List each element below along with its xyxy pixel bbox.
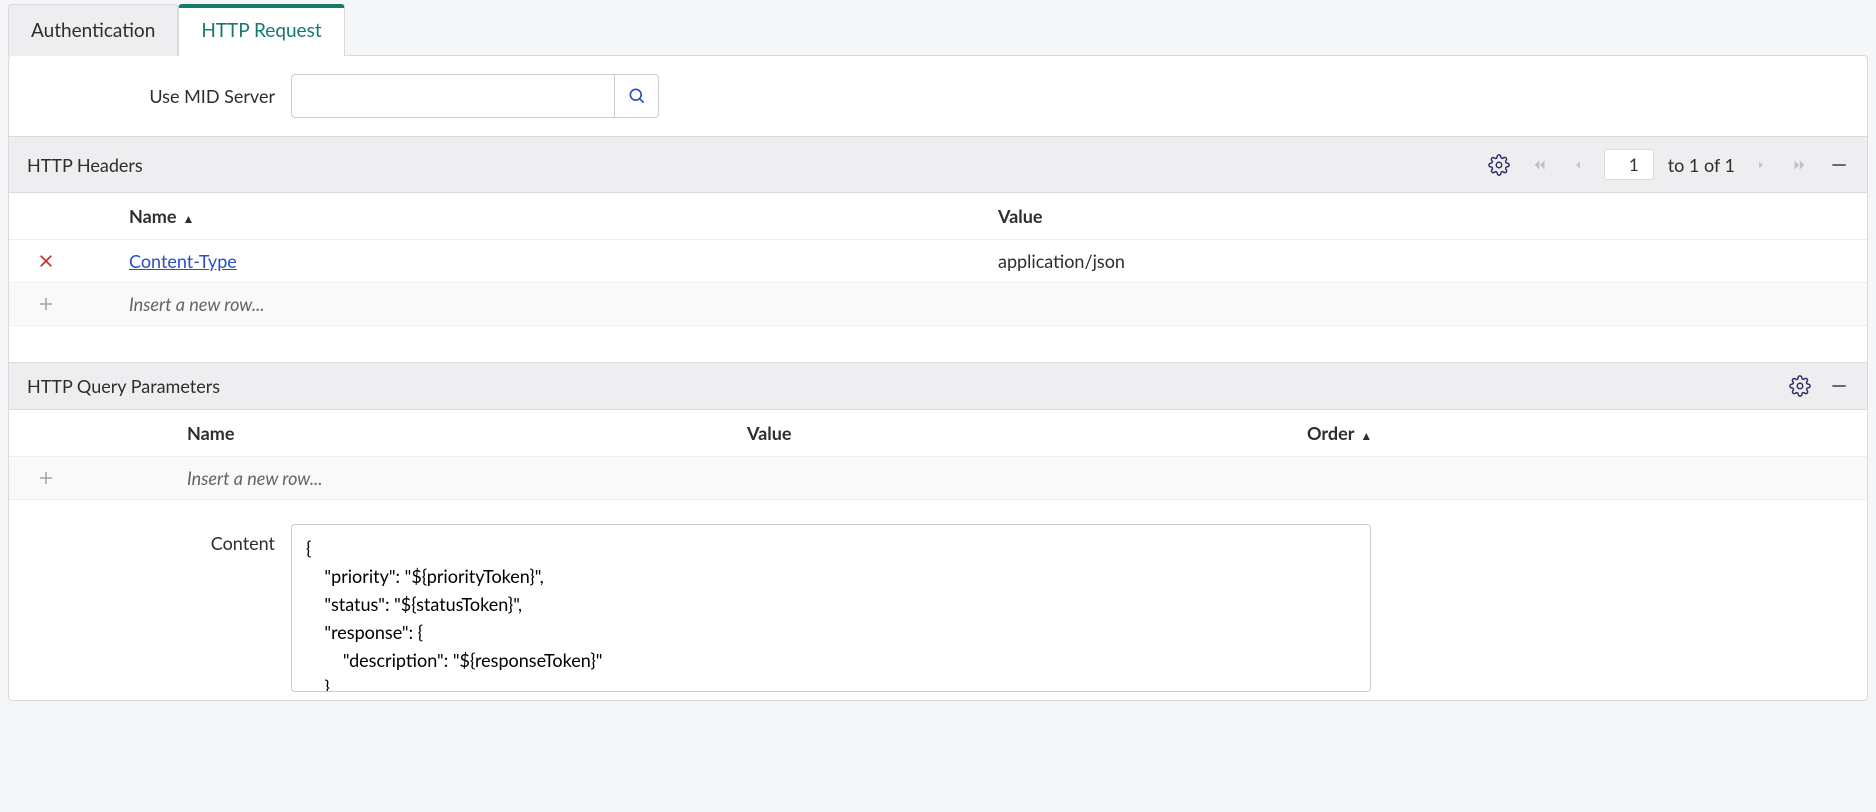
column-label: Name (129, 205, 176, 227)
content-textarea[interactable] (291, 524, 1371, 692)
headers-row: Content-Type application/json (9, 240, 1867, 283)
http-request-panel: Use MID Server HTTP Headers (8, 55, 1868, 701)
query-params-grid-header: Name Value Order ▲ (9, 410, 1867, 457)
minus-icon (1829, 155, 1849, 175)
search-icon (627, 86, 647, 106)
headers-column-value[interactable]: Value (998, 205, 1867, 227)
query-params-column-name[interactable]: Name (9, 422, 747, 444)
plus-icon (37, 295, 55, 313)
headers-collapse-button[interactable] (1829, 155, 1849, 175)
mid-server-input[interactable] (291, 74, 615, 118)
chevron-left-icon (1571, 158, 1585, 172)
column-label: Order (1307, 422, 1354, 444)
pager-first-button[interactable] (1528, 153, 1552, 177)
query-params-collapse-button[interactable] (1829, 376, 1849, 396)
insert-row-text: Insert a new row... (67, 467, 747, 489)
add-row-button[interactable] (37, 295, 55, 313)
query-params-column-order[interactable]: Order ▲ (1307, 422, 1867, 444)
plus-icon (37, 469, 55, 487)
headers-grid-header: Name ▲ Value (9, 193, 1867, 240)
content-label: Content (29, 524, 275, 554)
minus-icon (1829, 376, 1849, 396)
mid-server-lookup-button[interactable] (615, 74, 659, 118)
sort-asc-icon: ▲ (182, 211, 194, 226)
add-row-button[interactable] (37, 469, 55, 487)
query-params-column-value[interactable]: Value (747, 422, 1307, 444)
close-icon (37, 252, 55, 270)
http-headers-title: HTTP Headers (27, 154, 143, 176)
headers-column-name[interactable]: Name ▲ (129, 205, 998, 227)
header-value-cell[interactable]: application/json (998, 250, 1867, 272)
query-params-header: HTTP Query Parameters (9, 362, 1867, 410)
insert-row-text: Insert a new row... (129, 293, 998, 315)
pager-last-button[interactable] (1787, 153, 1811, 177)
pager-next-button[interactable] (1749, 153, 1773, 177)
chevron-double-right-icon (1790, 156, 1808, 174)
headers-insert-row[interactable]: Insert a new row... (9, 283, 1867, 326)
mid-server-label: Use MID Server (29, 85, 275, 107)
tab-http-request[interactable]: HTTP Request (178, 4, 344, 56)
http-headers-header: HTTP Headers 1 to 1 of 1 (9, 136, 1867, 193)
tab-bar: Authentication HTTP Request (8, 4, 1868, 56)
sort-asc-icon: ▲ (1360, 428, 1372, 443)
chevron-right-icon (1754, 158, 1768, 172)
query-params-title: HTTP Query Parameters (27, 375, 220, 397)
delete-row-button[interactable] (37, 252, 55, 270)
mid-server-row: Use MID Server (9, 56, 1867, 136)
gear-icon (1488, 154, 1510, 176)
pager-prev-button[interactable] (1566, 153, 1590, 177)
header-name-link[interactable]: Content-Type (129, 250, 237, 272)
query-params-insert-row[interactable]: Insert a new row... (9, 457, 1867, 500)
headers-pager: 1 to 1 of 1 (1528, 149, 1811, 180)
pager-range-text: to 1 of 1 (1668, 154, 1735, 176)
chevron-double-left-icon (1531, 156, 1549, 174)
content-row: Content (9, 500, 1867, 700)
pager-current-input[interactable]: 1 (1604, 149, 1654, 180)
gear-icon (1789, 375, 1811, 397)
query-params-settings-button[interactable] (1789, 375, 1811, 397)
tab-authentication[interactable]: Authentication (8, 4, 178, 56)
headers-settings-button[interactable] (1488, 154, 1510, 176)
